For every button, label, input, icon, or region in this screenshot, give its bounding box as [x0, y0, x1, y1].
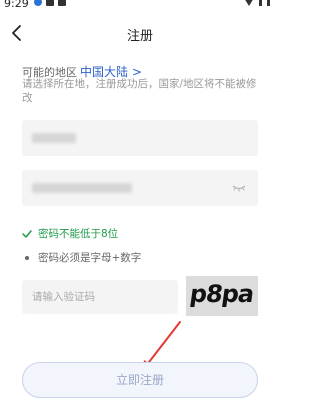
mail-icon — [46, 0, 54, 6]
check-icon — [22, 229, 32, 238]
account-field[interactable] — [22, 120, 258, 156]
status-system-icons — [244, 0, 270, 6]
page-title: 注册 — [126, 29, 153, 44]
app-notification-icon — [58, 0, 66, 6]
signal-icon — [259, 0, 262, 6]
captcha-image[interactable]: p8pa — [186, 276, 258, 316]
notification-icon — [34, 0, 42, 6]
status-time: 9:29 — [4, 0, 29, 10]
captcha-image-text: p8pa — [188, 280, 256, 308]
register-button[interactable]: 立即注册 — [22, 362, 258, 398]
password-rule-composition-text: 密码必须是字母+数字 — [38, 252, 142, 264]
header: 注册 — [0, 18, 280, 48]
password-rule-length-text: 密码不能低于8位 — [38, 228, 119, 240]
account-value-redacted — [32, 133, 76, 143]
status-bar: 9:29 — [0, 0, 280, 12]
region-hint: 请选择所在地，注册成功后，国家/地区将不能被修改 — [22, 78, 257, 104]
wifi-icon — [244, 0, 254, 6]
battery-icon — [267, 0, 270, 6]
password-value-redacted — [32, 183, 132, 193]
bullet-icon — [25, 255, 29, 260]
password-rule-composition: 密码必须是字母+数字 — [22, 250, 141, 265]
password-rule-length: 密码不能低于8位 — [22, 226, 118, 241]
captcha-input[interactable] — [22, 280, 178, 314]
status-notification-icons — [34, 0, 66, 6]
password-field[interactable] — [22, 170, 258, 206]
eye-closed-icon[interactable] — [232, 183, 246, 193]
